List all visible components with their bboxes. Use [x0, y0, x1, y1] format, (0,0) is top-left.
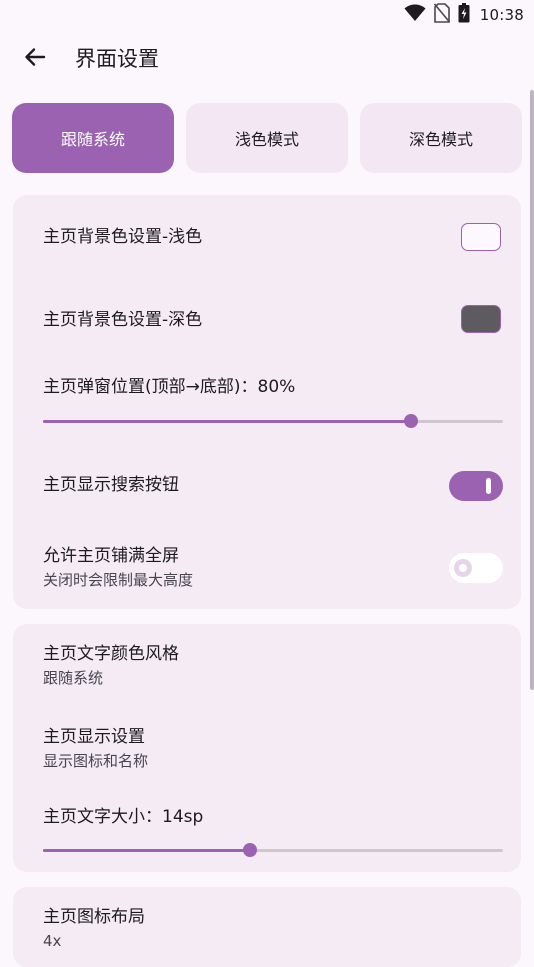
- status-icons: 10:38: [404, 3, 524, 27]
- arrow-left-icon: [23, 45, 47, 73]
- fullscreen-label: 允许主页铺满全屏: [43, 546, 179, 566]
- fullscreen-subtitle: 关闭时会限制最大高度: [43, 571, 194, 589]
- home-layout-card: 主页图标布局 4x: [13, 887, 521, 967]
- home-appearance-card: 主页背景色设置-浅色 主页背景色设置-深色 主页弹窗位置(顶部→底部)：80% …: [13, 195, 521, 609]
- no-sim-icon: [433, 3, 450, 27]
- text-color-style-label: 主页文字颜色风格: [43, 644, 179, 664]
- scrollbar[interactable]: [530, 90, 534, 690]
- status-bar: 10:38: [0, 0, 534, 30]
- search-button-switch[interactable]: [449, 471, 503, 501]
- back-button[interactable]: [20, 44, 50, 74]
- home-text-card: 主页文字颜色风格 跟随系统 主页显示设置 显示图标和名称 主页文字大小：14sp: [13, 624, 521, 872]
- popup-position-slider-fill: [43, 420, 411, 423]
- status-time: 10:38: [479, 6, 524, 24]
- display-settings-label: 主页显示设置: [43, 727, 145, 747]
- theme-follow-system-button[interactable]: 跟随系统: [12, 103, 174, 173]
- search-button-label: 主页显示搜索按钮: [43, 475, 179, 495]
- popup-position-slider[interactable]: [43, 414, 503, 428]
- icon-layout-label: 主页图标布局: [43, 907, 145, 927]
- icon-layout-value: 4x: [43, 932, 62, 950]
- popup-position-slider-thumb[interactable]: [404, 414, 418, 428]
- fullscreen-switch[interactable]: [449, 553, 503, 583]
- text-size-slider-thumb[interactable]: [243, 843, 257, 857]
- bg-dark-color-swatch[interactable]: [461, 305, 501, 333]
- text-size-slider-fill: [43, 849, 250, 852]
- app-bar: 界面设置: [0, 30, 534, 88]
- bg-light-color-swatch[interactable]: [461, 223, 501, 251]
- page-title: 界面设置: [75, 47, 159, 71]
- switch-handle: [486, 478, 491, 494]
- text-size-slider[interactable]: [43, 843, 503, 857]
- bg-light-label: 主页背景色设置-浅色: [43, 227, 203, 247]
- popup-position-label: 主页弹窗位置(顶部→底部)：80%: [43, 377, 296, 397]
- text-size-label: 主页文字大小：14sp: [43, 807, 204, 827]
- text-color-style-value: 跟随系统: [43, 669, 104, 687]
- bg-dark-label: 主页背景色设置-深色: [43, 310, 203, 330]
- battery-charging-icon: [458, 3, 470, 27]
- wifi-icon: [404, 4, 426, 26]
- display-settings-value: 显示图标和名称: [43, 752, 149, 770]
- switch-handle: [454, 559, 472, 577]
- theme-light-mode-button[interactable]: 浅色模式: [186, 103, 348, 173]
- theme-dark-mode-button[interactable]: 深色模式: [360, 103, 522, 173]
